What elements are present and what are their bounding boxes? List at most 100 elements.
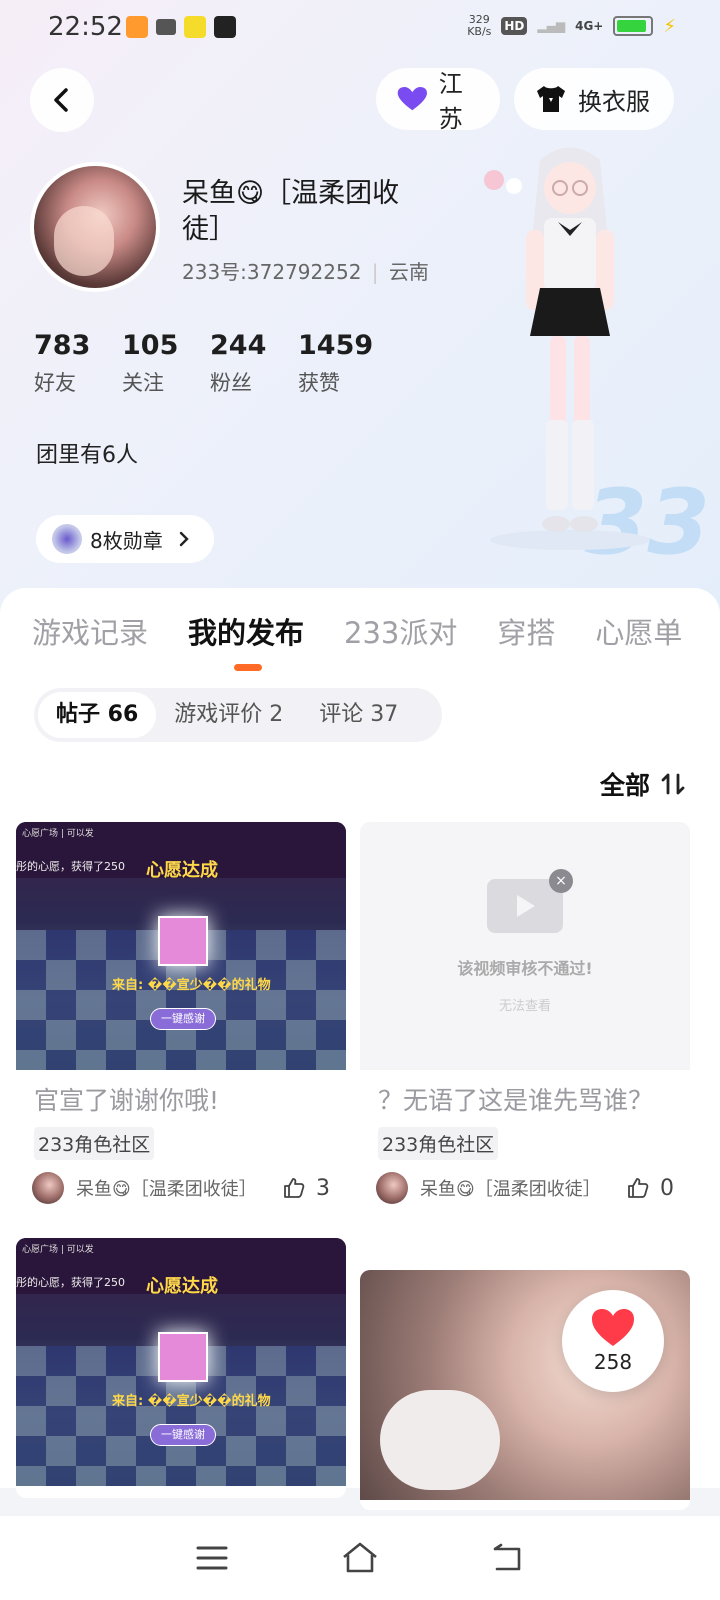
- like-count: 0: [660, 1175, 674, 1201]
- chevron-left-icon: [54, 88, 68, 112]
- thumbs-up-icon: [628, 1178, 649, 1198]
- hd-icon: HD: [501, 17, 528, 35]
- group-info: 团里有6人: [36, 443, 138, 468]
- avatar-image: [34, 166, 156, 288]
- gift-icon: [158, 1332, 208, 1382]
- stat-friends[interactable]: 783 好友: [34, 330, 122, 397]
- video-icon: ×: [487, 868, 573, 933]
- battery-fill: [617, 20, 646, 32]
- post-image-wish: 心愿广场 | 可以发 彤的心愿，获得了250 心愿达成 来自: ��宣少��的礼…: [16, 822, 346, 1070]
- stat-likes[interactable]: 1459 获赞: [298, 330, 386, 397]
- clapper-icon: [184, 16, 206, 38]
- medals-button[interactable]: 8枚勋章: [36, 515, 214, 563]
- heart-count: 258: [593, 1350, 633, 1374]
- system-nav-bar: [0, 1516, 720, 1600]
- like-button[interactable]: 3: [282, 1176, 330, 1201]
- medal-label: 8枚勋章: [90, 528, 163, 553]
- tab-233-party[interactable]: 233派对: [344, 610, 457, 652]
- floating-like-button[interactable]: 258: [562, 1290, 664, 1392]
- region-button[interactable]: 江苏: [376, 68, 500, 133]
- menu-icon[interactable]: [195, 1544, 229, 1572]
- author-avatar[interactable]: [376, 1172, 408, 1204]
- image-from-text: 来自: ��宣少��的礼物: [112, 1394, 271, 1409]
- heart-icon: [592, 1309, 634, 1346]
- post-card[interactable]: 心愿广场 | 可以发 彤的心愿，获得了250 心愿达成 来自: ��宣少��的礼…: [16, 822, 346, 1218]
- character-avatar[interactable]: [470, 140, 670, 550]
- back-nav-icon[interactable]: [491, 1543, 525, 1573]
- like-button[interactable]: 0: [626, 1176, 674, 1201]
- app-soul-icon: [214, 16, 236, 38]
- image-from-text: 来自: ��宣少��的礼物: [112, 978, 271, 993]
- post-tag[interactable]: 233角色社区: [34, 1127, 155, 1160]
- user-name: 呆鱼😋［温柔团收徒］: [182, 178, 400, 245]
- post-subtabs: 帖子 66 游戏评价 2 评论 37: [34, 688, 442, 742]
- chevron-right-icon: [179, 531, 189, 547]
- image-thank-label: 一键感谢: [150, 1424, 216, 1446]
- medal-icon: [52, 524, 82, 554]
- region-label: 江苏: [438, 70, 463, 133]
- post-footer: 呆鱼😋［温柔团收徒］ 3: [16, 1160, 346, 1218]
- avatar[interactable]: [30, 162, 160, 292]
- tab-outfits[interactable]: 穿搭: [497, 610, 555, 652]
- post-card[interactable]: 心愿广场 | 可以发 彤的心愿，获得了250 心愿达成 来自: ��宣少��的礼…: [16, 1238, 346, 1498]
- image-wish-title: 心愿达成: [146, 860, 218, 881]
- stat-num: 244: [210, 330, 267, 361]
- author-avatar[interactable]: [32, 1172, 64, 1204]
- author-name[interactable]: 呆鱼😋［温柔团收徒］: [76, 1175, 266, 1201]
- change-outfit-button[interactable]: 换衣服: [514, 68, 674, 130]
- video-camera-icon: [156, 19, 176, 35]
- tshirt-icon: [537, 86, 565, 112]
- post-footer: 呆鱼😋［温柔团收徒］ 0: [360, 1160, 690, 1218]
- image-thank-label: 一键感谢: [150, 1008, 216, 1030]
- bear-charm-icon: [484, 170, 504, 190]
- tab-my-posts[interactable]: 我的发布: [188, 610, 304, 652]
- stat-label: 关注: [122, 371, 164, 395]
- post-tag[interactable]: 233角色社区: [378, 1127, 499, 1160]
- user-id: 233号:372792252 | 云南: [182, 256, 429, 285]
- charging-icon: ⚡: [663, 15, 676, 37]
- app-notification-icon: [126, 16, 148, 38]
- id-divider: |: [371, 260, 379, 284]
- post-image-wish: 心愿广场 | 可以发 彤的心愿，获得了250 心愿达成 来自: ��宣少��的礼…: [16, 1238, 346, 1486]
- author-name[interactable]: 呆鱼😋［温柔团收徒］: [420, 1175, 610, 1201]
- net-speed-unit: KB/s: [467, 25, 492, 38]
- net-speed: 329 KB/s: [467, 14, 491, 38]
- like-count: 3: [316, 1175, 330, 1201]
- sort-label: 全部: [599, 771, 650, 800]
- profile-tabs: 游戏记录 我的发布 233派对 穿搭 心愿单: [32, 610, 720, 652]
- user-location: 云南: [388, 260, 429, 284]
- signal-icon: ▂▄▆: [537, 19, 566, 33]
- user-id-text: 233号:372792252: [182, 260, 362, 284]
- stat-num: 783: [34, 330, 91, 361]
- stat-fans[interactable]: 244 粉丝: [210, 330, 298, 397]
- status-bar: 22:52 329 KB/s HD ▂▄▆ 4G+ ⚡: [0, 0, 720, 56]
- subtab-game-reviews[interactable]: 游戏评价 2: [156, 692, 301, 738]
- lock-icon: ×: [549, 868, 573, 893]
- image-caption: 彤的心愿，获得了250: [16, 1276, 125, 1289]
- outfit-label: 换衣服: [578, 87, 650, 116]
- status-right: 329 KB/s HD ▂▄▆ 4G+ ⚡: [467, 14, 676, 38]
- post-title: ？无语了这是谁先骂谁？: [378, 1086, 654, 1115]
- cat-shape: [380, 1390, 500, 1490]
- image-note: 心愿广场 | 可以发: [22, 1245, 94, 1255]
- subtab-comments[interactable]: 评论 37: [301, 692, 416, 738]
- battery-icon: [613, 16, 654, 36]
- post-card[interactable]: × 该视频审核不通过! 无法查看 ？无语了这是谁先骂谁？ 233角色社区 呆鱼😋…: [360, 822, 690, 1250]
- image-note: 心愿广场 | 可以发: [22, 829, 94, 839]
- stat-following[interactable]: 105 关注: [122, 330, 210, 397]
- post-title: 官宣了谢谢你哦!: [34, 1086, 220, 1115]
- failed-subtext: 无法查看: [498, 998, 551, 1014]
- home-icon[interactable]: [340, 1541, 380, 1575]
- network-type: 4G+: [575, 19, 604, 33]
- subtab-posts[interactable]: 帖子 66: [38, 692, 157, 738]
- failed-text: 该视频审核不通过!: [457, 958, 593, 978]
- thumbs-up-icon: [284, 1178, 305, 1198]
- tab-wishlist[interactable]: 心愿单: [595, 610, 682, 652]
- image-caption: 彤的心愿，获得了250: [16, 860, 125, 873]
- stat-num: 1459: [298, 330, 374, 361]
- tab-game-records[interactable]: 游戏记录: [32, 610, 148, 652]
- stat-label: 获赞: [298, 371, 340, 395]
- back-button[interactable]: [30, 68, 94, 132]
- sort-button[interactable]: 全部: [600, 766, 686, 802]
- status-app-icons: [126, 16, 236, 38]
